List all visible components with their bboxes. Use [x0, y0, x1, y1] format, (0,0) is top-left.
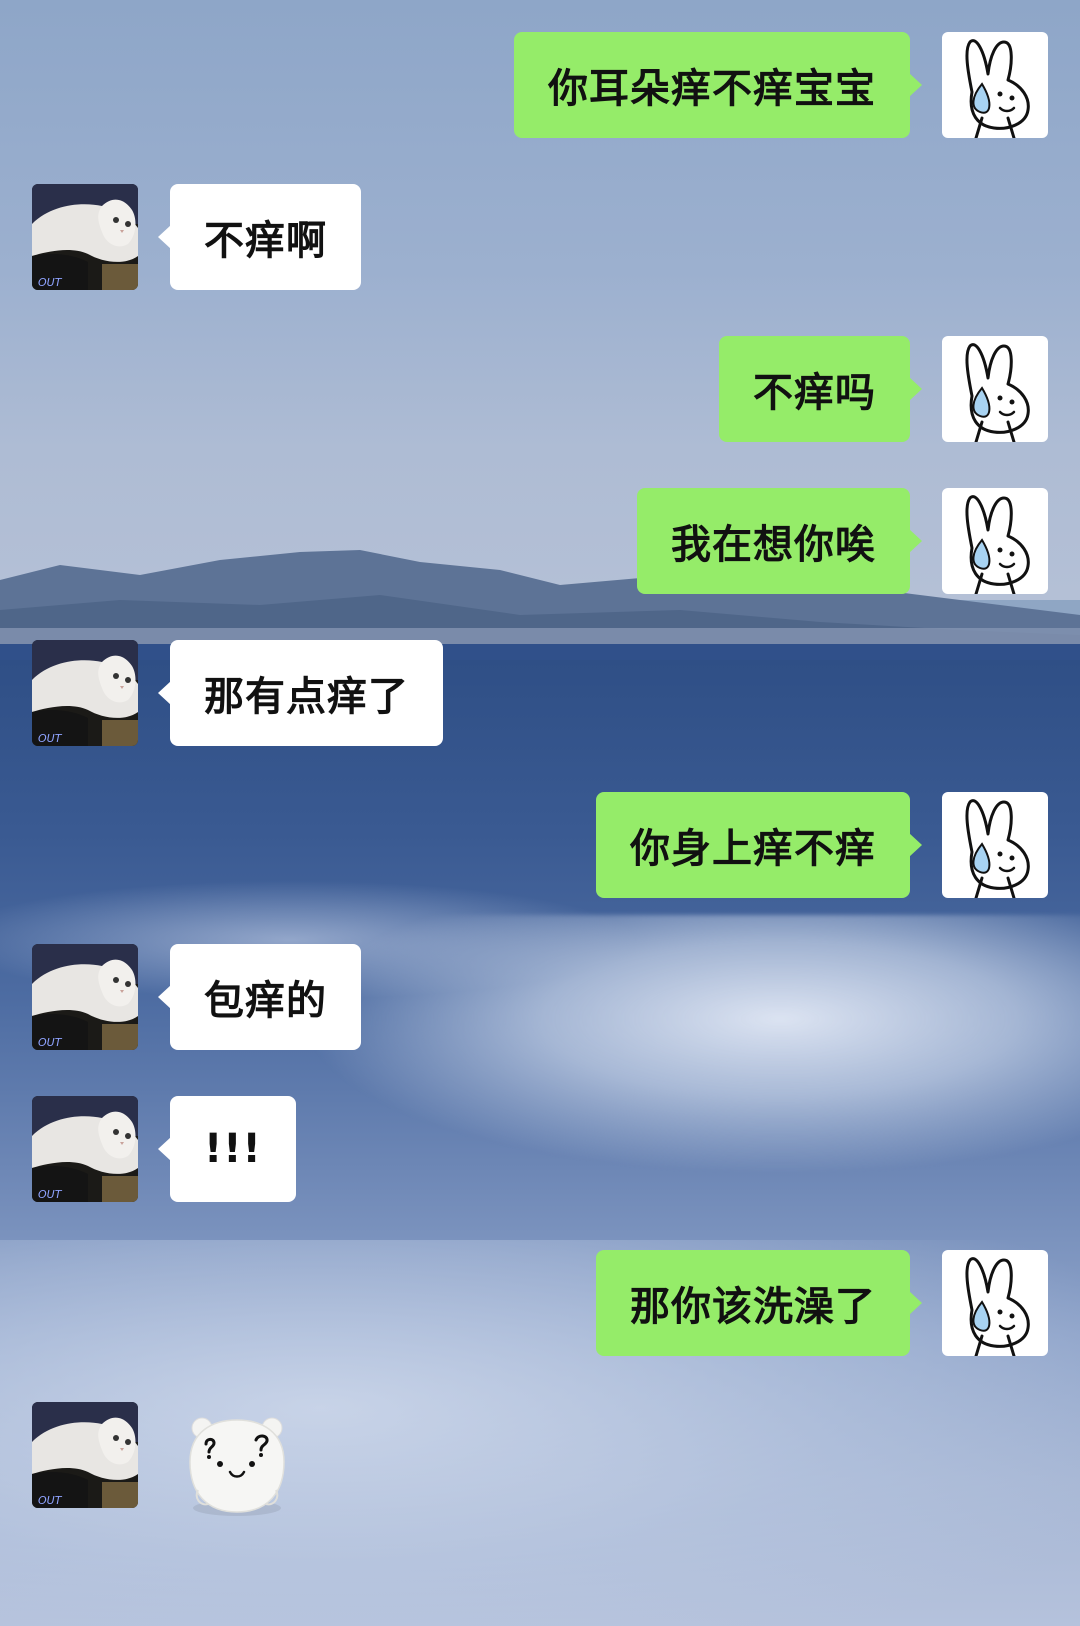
background-surf — [300, 915, 1080, 1175]
rabbit-sweat-icon — [942, 792, 1048, 898]
message-row-incoming: 包痒的 — [32, 944, 361, 1050]
white-cat-photo — [32, 1096, 138, 1202]
message-bubble-incoming[interactable]: !!! — [158, 1096, 296, 1202]
white-cat-photo — [32, 1402, 138, 1508]
rabbit-sweat-icon — [942, 336, 1048, 442]
white-cat-photo — [32, 944, 138, 1050]
message-row-incoming: 那有点痒了 — [32, 640, 443, 746]
message-row-incoming — [32, 1402, 296, 1518]
contact-avatar[interactable] — [32, 944, 138, 1050]
message-bubble-incoming[interactable]: 那有点痒了 — [158, 640, 443, 746]
contact-avatar[interactable] — [32, 1096, 138, 1202]
my-avatar[interactable] — [942, 792, 1048, 898]
message-bubble-incoming[interactable]: 包痒的 — [158, 944, 361, 1050]
message-row-outgoing: 那你该洗澡了 — [596, 1250, 1048, 1356]
bear-question-sticker[interactable] — [178, 1412, 296, 1518]
rabbit-sweat-icon — [942, 1250, 1048, 1356]
message-row-incoming: 不痒啊 — [32, 184, 361, 290]
message-row-incoming: !!! — [32, 1096, 296, 1202]
message-row-outgoing: 你身上痒不痒 — [596, 792, 1048, 898]
message-row-outgoing: 我在想你唉 — [637, 488, 1048, 594]
message-bubble-outgoing[interactable]: 你身上痒不痒 — [596, 792, 922, 898]
rabbit-sweat-icon — [942, 488, 1048, 594]
message-bubble-outgoing[interactable]: 不痒吗 — [719, 336, 922, 442]
contact-avatar[interactable] — [32, 1402, 138, 1508]
message-bubble-incoming[interactable]: 不痒啊 — [158, 184, 361, 290]
message-bubble-outgoing[interactable]: 你耳朵痒不痒宝宝 — [514, 32, 922, 138]
white-cat-photo — [32, 184, 138, 290]
message-bubble-outgoing[interactable]: 我在想你唉 — [637, 488, 922, 594]
message-bubble-outgoing[interactable]: 那你该洗澡了 — [596, 1250, 922, 1356]
contact-avatar[interactable] — [32, 184, 138, 290]
white-cat-photo — [32, 640, 138, 746]
my-avatar[interactable] — [942, 1250, 1048, 1356]
rabbit-sweat-icon — [942, 32, 1048, 138]
message-row-outgoing: 不痒吗 — [719, 336, 1048, 442]
my-avatar[interactable] — [942, 32, 1048, 138]
contact-avatar[interactable] — [32, 640, 138, 746]
my-avatar[interactable] — [942, 488, 1048, 594]
my-avatar[interactable] — [942, 336, 1048, 442]
message-row-outgoing: 你耳朵痒不痒宝宝 — [514, 32, 1048, 138]
